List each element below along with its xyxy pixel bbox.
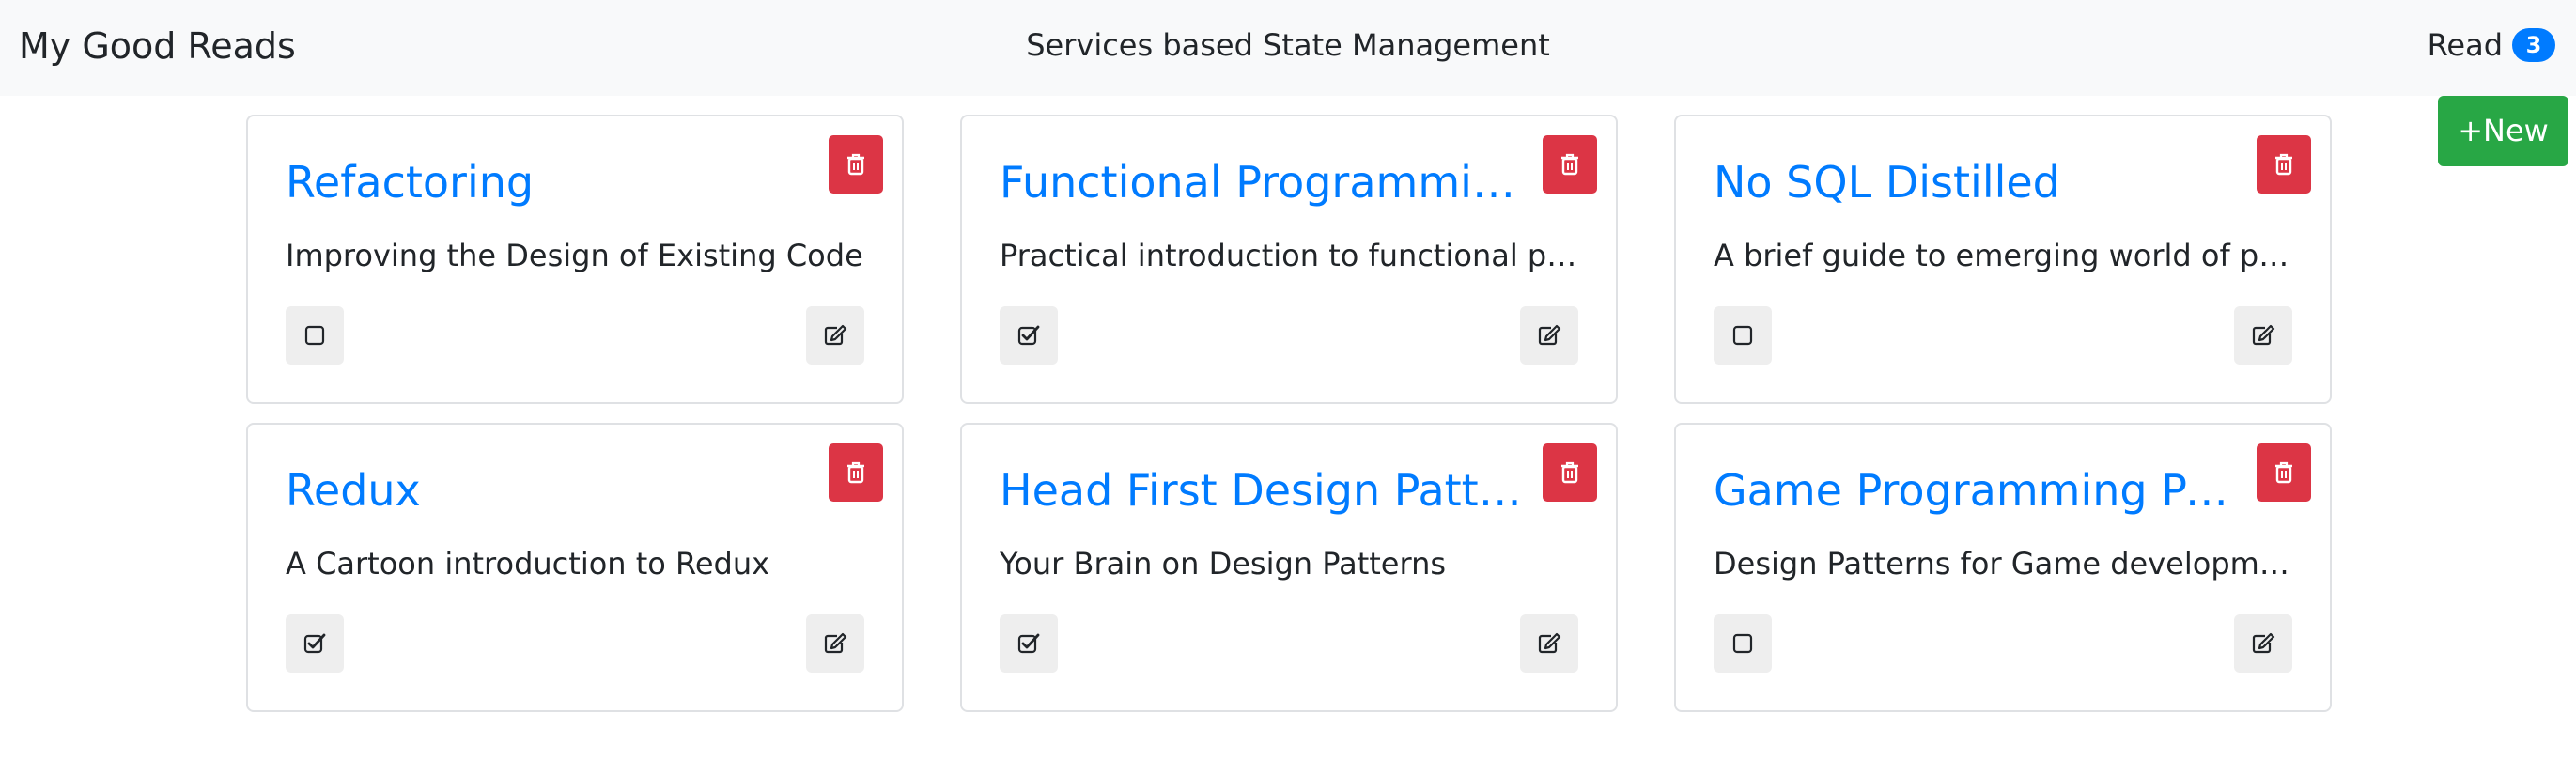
delete-button[interactable] (1543, 135, 1597, 194)
read-label: Read (2427, 27, 2503, 63)
delete-button[interactable] (1543, 443, 1597, 502)
navbar: My Good Reads Services based State Manag… (0, 0, 2576, 96)
square-icon (1732, 633, 1753, 654)
book-card: Functional Programming Practical introduc… (960, 115, 1618, 404)
edit-button[interactable] (2234, 306, 2292, 365)
book-title[interactable]: No SQL Distilled (1714, 154, 2240, 210)
check-square-icon (1017, 325, 1040, 346)
book-subtitle: A Cartoon introduction to Redux (286, 546, 770, 582)
book-title[interactable]: Game Programming Patterns (1714, 462, 2240, 519)
delete-button[interactable] (2257, 135, 2311, 194)
read-counter[interactable]: Read 3 (2428, 24, 2555, 66)
book-title[interactable]: Functional Programming (1000, 154, 1526, 210)
edit-button[interactable] (806, 614, 864, 673)
edit-icon (823, 632, 847, 655)
book-card: Game Programming Patterns Design Patterns… (1674, 423, 2332, 712)
edit-button[interactable] (2234, 614, 2292, 673)
book-card: Redux A Cartoon introduction to Redux (246, 423, 904, 712)
toggle-read-button[interactable] (1714, 614, 1772, 673)
read-count-badge: 3 (2512, 28, 2555, 62)
toggle-read-button[interactable] (1000, 306, 1058, 365)
edit-icon (823, 324, 847, 347)
delete-button[interactable] (829, 443, 883, 502)
book-card: Refactoring Improving the Design of Exist… (246, 115, 904, 404)
trash-icon (1559, 152, 1581, 177)
book-subtitle: Your Brain on Design Patterns (1000, 546, 1447, 582)
trash-icon (2273, 152, 2295, 177)
toggle-read-button[interactable] (1714, 306, 1772, 365)
edit-button[interactable] (1520, 614, 1578, 673)
book-subtitle: Design Patterns for Game development (1714, 546, 2296, 582)
book-title[interactable]: Refactoring (286, 154, 812, 210)
book-card: No SQL Distilled A brief guide to emergin… (1674, 115, 2332, 404)
edit-icon (2251, 324, 2275, 347)
edit-button[interactable] (806, 306, 864, 365)
edit-icon (2251, 632, 2275, 655)
delete-button[interactable] (2257, 443, 2311, 502)
book-title[interactable]: Head First Design Patterns (1000, 462, 1526, 519)
trash-icon (845, 460, 867, 485)
trash-icon (2273, 460, 2295, 485)
book-title[interactable]: Redux (286, 462, 812, 519)
square-icon (1732, 325, 1753, 346)
edit-icon (1537, 324, 1561, 347)
toggle-read-button[interactable] (286, 306, 344, 365)
delete-button[interactable] (829, 135, 883, 194)
trash-icon (1559, 460, 1581, 485)
square-icon (304, 325, 325, 346)
check-square-icon (1017, 633, 1040, 654)
trash-icon (845, 152, 867, 177)
book-subtitle: A brief guide to emerging world of polyg… (1714, 238, 2296, 273)
book-subtitle: Improving the Design of Existing Code (286, 238, 863, 273)
book-subtitle: Practical introduction to functional pro… (1000, 238, 1582, 273)
page-title: Services based State Management (1026, 27, 1550, 63)
new-book-button[interactable]: +New (2438, 96, 2568, 166)
book-card: Head First Design Patterns Your Brain on … (960, 423, 1618, 712)
edit-icon (1537, 632, 1561, 655)
edit-button[interactable] (1520, 306, 1578, 365)
toggle-read-button[interactable] (1000, 614, 1058, 673)
check-square-icon (303, 633, 326, 654)
toggle-read-button[interactable] (286, 614, 344, 673)
